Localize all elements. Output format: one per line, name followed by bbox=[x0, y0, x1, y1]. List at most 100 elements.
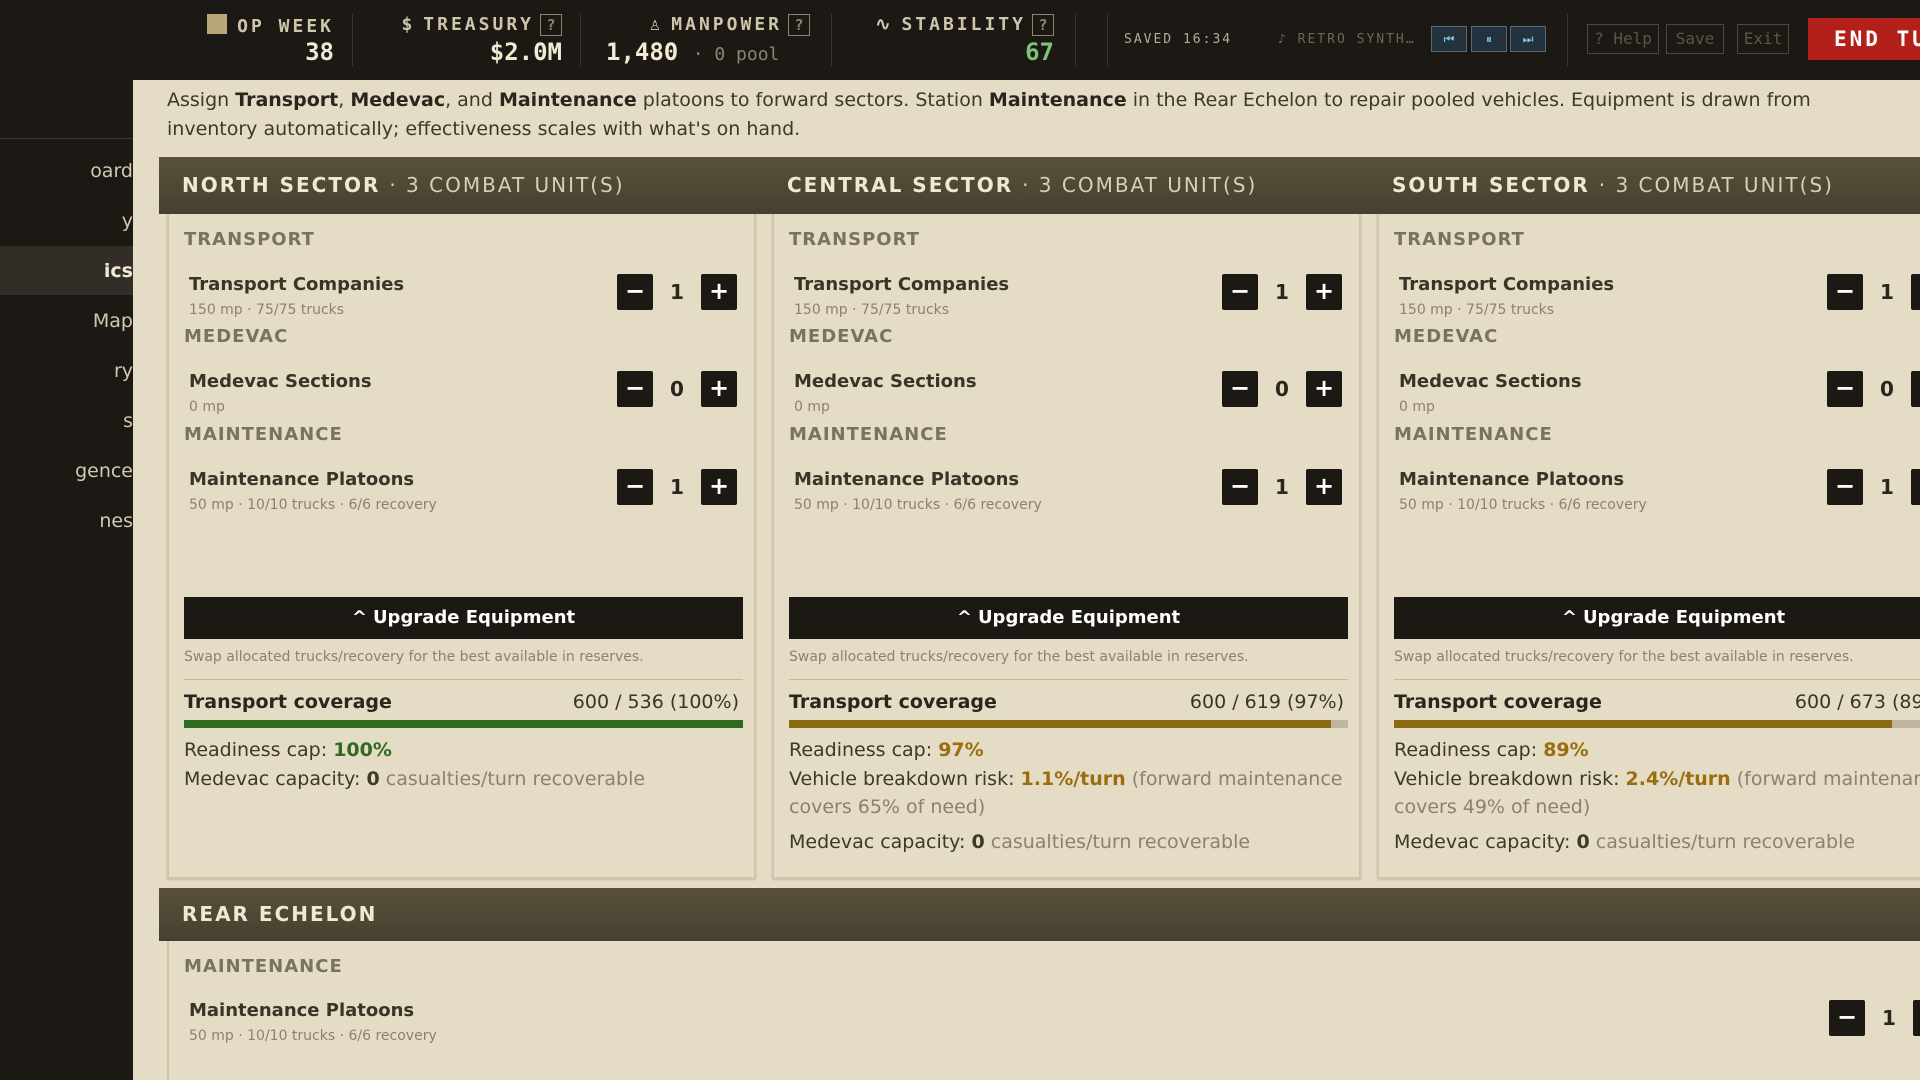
decrement-button[interactable]: − bbox=[1222, 274, 1258, 310]
treasury-help-button[interactable]: ? bbox=[540, 14, 562, 36]
treasury-stat: $ TREASURY? $2.0M bbox=[372, 14, 562, 66]
increment-button[interactable]: + bbox=[701, 371, 737, 407]
sidebar-divider bbox=[0, 138, 133, 139]
increment-button[interactable]: + bbox=[1306, 469, 1342, 505]
sector-unit-count: · 3 COMBAT UNIT(S) bbox=[1022, 173, 1258, 197]
increment-button[interactable]: + bbox=[1306, 274, 1342, 310]
coverage-bar bbox=[1394, 720, 1920, 728]
readiness-cap: Readiness cap: 100% bbox=[184, 739, 392, 761]
upgrade-note: Swap allocated trucks/recovery for the b… bbox=[789, 649, 1249, 665]
sidebar-item-army[interactable]: y bbox=[0, 196, 133, 245]
sidebar-item-reports[interactable]: s bbox=[0, 396, 133, 445]
divider bbox=[831, 14, 832, 66]
maintenance-heading: MAINTENANCE bbox=[184, 424, 343, 445]
coverage-bar-fill bbox=[789, 720, 1332, 728]
increment-button[interactable]: + bbox=[1911, 469, 1920, 505]
medevac-row: Medevac Sections 0 mp − 0 + bbox=[1399, 371, 1920, 431]
maintenance-row: Maintenance Platoons 50 mp · 10/10 truck… bbox=[794, 469, 1354, 529]
upgrade-label: Upgrade Equipment bbox=[372, 607, 576, 628]
sidebar-item-label: oard bbox=[90, 160, 133, 182]
increment-button[interactable]: + bbox=[1911, 274, 1920, 310]
transport-heading: TRANSPORT bbox=[1394, 229, 1525, 250]
sidebar-item-logistics[interactable]: ics bbox=[0, 246, 133, 295]
sidebar-item-label: nes bbox=[99, 510, 133, 532]
music-track: ♪ RETRO SYNTH… bbox=[1278, 32, 1416, 47]
upgrade-label: Upgrade Equipment bbox=[1582, 607, 1786, 628]
unit-details: 50 mp · 10/10 trucks · 6/6 recovery bbox=[189, 1028, 437, 1044]
decrement-button[interactable]: − bbox=[617, 274, 653, 310]
decrement-button[interactable]: − bbox=[1827, 469, 1863, 505]
unit-name: Maintenance Platoons bbox=[189, 1000, 415, 1021]
sidebar-item-map[interactable]: Map bbox=[0, 296, 133, 345]
decrement-button[interactable]: − bbox=[1222, 371, 1258, 407]
decrement-button[interactable]: − bbox=[1827, 274, 1863, 310]
medevac-heading: MEDEVAC bbox=[1394, 326, 1499, 347]
breakdown-value: 2.4%/turn bbox=[1625, 768, 1731, 790]
coverage-label: Transport coverage bbox=[184, 691, 392, 713]
sidebar-item-inventory[interactable]: ry bbox=[0, 346, 133, 395]
sidebar-item-label: ry bbox=[113, 360, 133, 382]
maintenance-row: Maintenance Platoons 50 mp · 10/10 truck… bbox=[1399, 469, 1920, 529]
quantity-value: 1 bbox=[670, 475, 684, 499]
decrement-button[interactable]: − bbox=[1222, 469, 1258, 505]
maintenance-heading: MAINTENANCE bbox=[789, 424, 948, 445]
sidebar-item-timelines[interactable]: nes bbox=[0, 496, 133, 545]
op-week-value: 38 bbox=[305, 38, 334, 66]
increment-button[interactable]: + bbox=[1306, 371, 1342, 407]
coverage-value: 600 / 619 (97%) bbox=[1189, 691, 1344, 713]
help-button[interactable]: ? Help bbox=[1587, 24, 1659, 54]
unit-details: 0 mp bbox=[189, 399, 225, 415]
manpower-help-button[interactable]: ? bbox=[788, 14, 810, 36]
divider bbox=[184, 679, 743, 680]
upgrade-equipment-button[interactable]: ^ Upgrade Equipment bbox=[184, 597, 743, 639]
exit-button[interactable]: Exit bbox=[1737, 24, 1789, 54]
readiness-value: 100% bbox=[333, 739, 392, 761]
quantity-value: 1 bbox=[1880, 280, 1894, 304]
stability-help-button[interactable]: ? bbox=[1032, 14, 1054, 36]
unit-details: 50 mp · 10/10 trucks · 6/6 recovery bbox=[1399, 497, 1647, 513]
unit-details: 150 mp · 75/75 trucks bbox=[1399, 302, 1555, 318]
decrement-button[interactable]: − bbox=[1827, 371, 1863, 407]
maintenance-row: Maintenance Platoons 50 mp · 10/10 truck… bbox=[189, 469, 749, 529]
sector-panel: NORTH SECTOR · 3 COMBAT UNIT(S) TRANSPOR… bbox=[159, 157, 764, 879]
transport-heading: TRANSPORT bbox=[789, 229, 920, 250]
sector-name: NORTH SECTOR bbox=[182, 173, 381, 197]
sidebar-item-intelligence[interactable]: gence bbox=[0, 446, 133, 495]
sector-panel: SOUTH SECTOR · 3 COMBAT UNIT(S) TRANSPOR… bbox=[1369, 157, 1920, 879]
save-button[interactable]: Save bbox=[1666, 24, 1724, 54]
end-turn-button[interactable]: END TURN bbox=[1808, 18, 1920, 60]
increment-button[interactable]: + bbox=[1911, 371, 1920, 407]
medevac-heading: MEDEVAC bbox=[789, 326, 894, 347]
previous-track-button[interactable]: ⏮ bbox=[1431, 26, 1467, 52]
stability-stat: ∿ STABILITY? 67 bbox=[866, 14, 1054, 66]
next-track-button[interactable]: ⏭ bbox=[1510, 26, 1546, 52]
unit-name: Maintenance Platoons bbox=[189, 469, 415, 490]
divider bbox=[1394, 679, 1920, 680]
transport-row: Transport Companies 150 mp · 75/75 truck… bbox=[189, 274, 749, 334]
sector-card: TRANSPORT Transport Companies 150 mp · 7… bbox=[1377, 214, 1920, 879]
unit-name: Medevac Sections bbox=[1399, 371, 1582, 392]
unit-details: 50 mp · 10/10 trucks · 6/6 recovery bbox=[794, 497, 1042, 513]
sidebar-item-label: Map bbox=[92, 310, 133, 332]
manpower-pool: · 0 pool bbox=[692, 44, 780, 65]
sidebar-item-dashboard[interactable]: oard bbox=[0, 146, 133, 195]
manpower-value: 1,480 bbox=[606, 38, 679, 66]
quantity-stepper: − 1 + bbox=[1827, 274, 1920, 312]
decrement-button[interactable]: − bbox=[617, 469, 653, 505]
quantity-stepper: − 1 + bbox=[617, 274, 737, 312]
upgrade-equipment-button[interactable]: ^ Upgrade Equipment bbox=[1394, 597, 1920, 639]
upgrade-equipment-button[interactable]: ^ Upgrade Equipment bbox=[789, 597, 1348, 639]
increment-button[interactable]: + bbox=[701, 469, 737, 505]
readiness-value: 97% bbox=[938, 739, 984, 761]
medevac-capacity: Medevac capacity: 0 casualties/turn reco… bbox=[1394, 831, 1856, 853]
calendar-icon bbox=[207, 14, 228, 34]
divider bbox=[1107, 14, 1108, 66]
decrement-button[interactable]: − bbox=[1829, 1000, 1865, 1036]
increment-button[interactable]: + bbox=[1913, 1000, 1920, 1036]
decrement-button[interactable]: − bbox=[617, 371, 653, 407]
breakdown-value: 1.1%/turn bbox=[1020, 768, 1126, 790]
coverage-value: 600 / 536 (100%) bbox=[572, 691, 739, 713]
quantity-value: 1 bbox=[670, 280, 684, 304]
pause-button[interactable]: ⏸ bbox=[1471, 26, 1507, 52]
increment-button[interactable]: + bbox=[701, 274, 737, 310]
